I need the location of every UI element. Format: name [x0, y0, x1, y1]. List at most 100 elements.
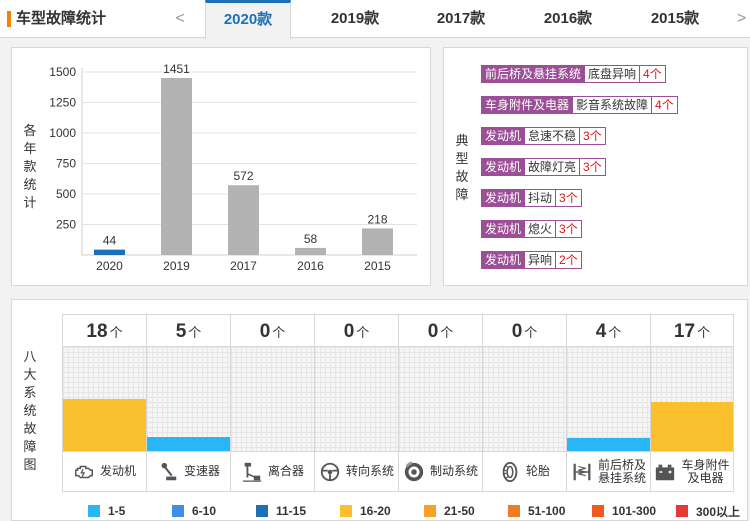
system-name: 轮胎: [525, 464, 550, 478]
fault-category: 发动机: [481, 251, 526, 269]
header-bar: 车型故障统计 < 2020款 2019款 2017款 2016款 2015款 >: [0, 0, 750, 39]
legend-swatch: [172, 505, 184, 517]
systems-side-label: 八大系统故障图: [23, 349, 37, 472]
bar-value-label: 1451: [163, 62, 190, 76]
y-tick-label: 1000: [49, 126, 76, 140]
system-label: 发动机: [63, 451, 146, 492]
y-tick-label: 1250: [49, 96, 76, 110]
system-count: 0个: [231, 314, 314, 347]
tab-2017[interactable]: 2017款: [418, 0, 504, 38]
fault-category: 发动机: [481, 127, 526, 145]
fault-item: 熄火: [525, 220, 557, 238]
tabs-next-arrow[interactable]: >: [733, 8, 750, 30]
legend-item: 21-50: [424, 504, 475, 518]
system-name-line: 悬挂系统: [597, 470, 646, 485]
fault-count: 3个: [556, 189, 582, 207]
y-tick-label: 750: [56, 157, 76, 171]
system-column[interactable]: 0 个轮胎: [482, 314, 566, 492]
legend-swatch: [340, 505, 352, 517]
system-count: 4个: [567, 314, 650, 347]
fault-category: 发动机: [481, 158, 526, 176]
system-count-number: 0: [511, 321, 523, 342]
system-label: 制动系统: [399, 451, 482, 492]
fault-count: 4个: [640, 65, 666, 83]
system-count-unit: 个: [356, 325, 370, 340]
fault-row[interactable]: 发动机 异响 2个: [481, 251, 582, 269]
tab-2016[interactable]: 2016款: [525, 0, 611, 38]
system-count-number: 18: [86, 321, 108, 342]
system-column[interactable]: 0 个转向系统: [314, 314, 398, 492]
system-count-number: 4: [595, 321, 607, 342]
system-count: 0个: [399, 314, 482, 347]
typical-faults-side-label: 典型故障: [455, 133, 469, 202]
tab-2015[interactable]: 2015款: [632, 0, 718, 38]
system-label: 离合器: [231, 451, 314, 492]
system-count-number: 0: [427, 321, 439, 342]
legend-item: 300以上: [676, 504, 741, 519]
legend-label: 101-300: [612, 504, 657, 518]
bar-2017: [228, 185, 259, 255]
fault-item: 底盘异响: [585, 65, 641, 83]
system-count: 0个: [483, 314, 566, 347]
fault-row[interactable]: 发动机 故障灯亮 3个: [481, 158, 606, 176]
system-count: 5个: [147, 314, 230, 347]
system-label: 车身附件 及电器: [651, 451, 733, 492]
engine-icon: [73, 461, 95, 483]
system-bar: [147, 436, 230, 451]
system-count-number: 0: [343, 321, 355, 342]
system-column[interactable]: 17 个车身附件 及电器: [650, 314, 734, 492]
system-column[interactable]: 0 个离合器: [230, 314, 314, 492]
legend-item: 11-15: [256, 504, 306, 518]
system-count-unit: 个: [272, 325, 286, 340]
legend-label: 300以上: [696, 504, 741, 519]
system-bar-area: [567, 347, 650, 451]
legend-item: 1-5: [88, 504, 125, 518]
fault-row[interactable]: 发动机 抖动 3个: [481, 189, 582, 207]
system-name: 离合器: [267, 464, 304, 478]
system-column[interactable]: 5 个变速器: [146, 314, 230, 492]
section-title: 车型故障统计: [0, 8, 106, 30]
system-name: 发动机: [99, 464, 136, 478]
legend-swatch: [424, 505, 436, 517]
x-tick-label: 2016: [297, 259, 324, 273]
system-label: 前后桥及 悬挂系统: [567, 451, 650, 492]
system-column[interactable]: 0 个制动系统: [398, 314, 482, 492]
tabs-prev-arrow[interactable]: <: [170, 8, 190, 30]
system-column[interactable]: 18 个发动机: [62, 314, 146, 492]
system-bar: [651, 401, 733, 451]
system-name: 前后桥及 悬挂系统: [597, 458, 646, 485]
legend-label: 16-20: [360, 504, 391, 518]
x-tick-label: 2020: [96, 259, 123, 273]
system-name-line: 车身附件: [681, 457, 730, 472]
system-bar-area: [147, 347, 230, 451]
legend-label: 11-15: [276, 504, 307, 518]
fault-row[interactable]: 发动机 怠速不稳 3个: [481, 127, 606, 145]
fault-count: 2个: [556, 251, 582, 269]
fault-row[interactable]: 发动机 熄火 3个: [481, 220, 582, 238]
system-bar-area: [483, 347, 566, 451]
steering-wheel-icon: [319, 461, 341, 483]
tab-2020[interactable]: 2020款: [205, 0, 291, 39]
legend-label: 1-5: [108, 504, 126, 518]
brake-disc-icon: [403, 460, 425, 483]
bar-2016: [295, 247, 326, 255]
system-bar-area: [399, 347, 482, 451]
system-count-unit: 个: [608, 325, 622, 340]
fault-count: 4个: [652, 96, 678, 114]
legend-item: 51-100: [508, 504, 565, 518]
fault-row[interactable]: 前后桥及悬挂系统 底盘异响 4个: [481, 65, 666, 83]
fault-row[interactable]: 车身附件及电器 影音系统故障 4个: [481, 96, 678, 114]
year-stats-panel: 各年款统计 250 500 750 1000 1250 1500 44 2020 1451 201…: [11, 47, 431, 286]
system-count-unit: 个: [524, 325, 538, 340]
system-count: 0个: [315, 314, 398, 347]
legend-label: 6-10: [192, 504, 217, 518]
system-column[interactable]: 4 个前后桥及 悬挂系统: [566, 314, 650, 492]
system-name: 变速器: [183, 464, 220, 478]
systems-legend: 1-5 6-10 11-15 16-20 21-50 51-100 101-300 300以上: [84, 504, 744, 519]
system-count-unit: 个: [109, 325, 123, 340]
system-bar: [63, 398, 146, 451]
tab-2019[interactable]: 2019款: [312, 0, 398, 38]
system-bar-area: [315, 347, 398, 451]
year-bar-chart: 250 500 750 1000 1250 1500 44 2020 1451 2019 572 20…: [49, 62, 417, 273]
bar-2015: [362, 228, 393, 255]
